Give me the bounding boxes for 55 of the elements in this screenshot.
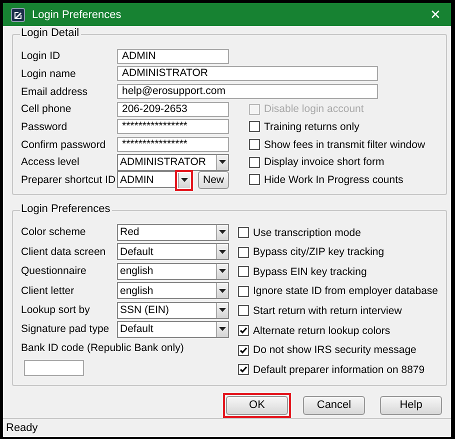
checkbox[interactable]: Hide Work In Progress counts — [244, 174, 438, 186]
checkbox[interactable]: Start return with return interview — [238, 301, 438, 321]
close-button[interactable]: ✕ — [426, 7, 445, 22]
checkbox[interactable]: Alternate return lookup colors — [238, 320, 438, 340]
dropdown[interactable]: ADMIN — [117, 171, 193, 188]
field-label: Access level — [21, 156, 80, 168]
checkbox[interactable]: Ignore state ID from employer database — [238, 282, 438, 302]
field-label: Preparer shortcut ID — [21, 174, 117, 186]
dropdown[interactable]: english — [117, 262, 229, 280]
field-label: Questionnaire — [21, 265, 88, 278]
checkbox[interactable]: Training returns only — [244, 120, 438, 133]
dropdown[interactable]: SSN (EIN) — [117, 302, 229, 319]
field-label: Login name — [21, 68, 77, 80]
input-field[interactable]: help@erosupport.com — [117, 84, 378, 100]
field-label: Cell phone — [21, 103, 72, 116]
field-label: Signature pad type — [21, 323, 110, 336]
dropdown[interactable]: ADMINISTRATOR — [117, 154, 229, 171]
dropdown[interactable]: english — [117, 282, 229, 300]
input-field[interactable] — [24, 360, 84, 376]
field-label: Client letter — [21, 284, 76, 297]
checkmark-icon — [238, 346, 248, 355]
checkbox[interactable]: Default preparer information on 8879 — [238, 360, 438, 380]
input-field[interactable]: **************** — [117, 119, 229, 134]
checkbox[interactable]: Bypass city/ZIP key tracking — [238, 242, 438, 262]
group-title: Login Detail — [20, 27, 82, 40]
dialog-button[interactable]: OK — [226, 396, 288, 415]
window-title: Login Preferences — [32, 8, 122, 21]
checkbox[interactable]: Do not show IRS security message — [238, 340, 438, 360]
dropdown[interactable]: Default — [117, 320, 229, 338]
field-label: Login ID — [21, 50, 62, 62]
checkmark-icon — [238, 365, 248, 374]
checkbox[interactable]: Bypass EIN key tracking — [238, 262, 438, 282]
checkmark-icon — [238, 326, 248, 336]
checkbox[interactable]: Show fees in transmit filter window — [244, 138, 438, 151]
checkbox[interactable]: Use transcription mode — [238, 222, 438, 242]
dropdown[interactable]: Red — [117, 224, 229, 241]
checkbox[interactable]: Display invoice short form — [244, 156, 438, 168]
input-field[interactable]: 206-209-2653 — [117, 102, 229, 117]
input-field[interactable]: ADMINISTRATOR — [117, 66, 378, 82]
status-text: Ready — [6, 422, 38, 434]
field-label: Color scheme — [21, 226, 87, 238]
field-label: Client data screen — [21, 246, 107, 258]
dialog-button[interactable]: Help — [380, 396, 442, 415]
input-field[interactable]: ADMIN — [117, 48, 229, 64]
field-label: Lookup sort by — [21, 304, 91, 316]
group-title: Login Preferences — [20, 202, 112, 215]
field-label: Confirm password — [21, 138, 107, 151]
field-label: Password — [21, 120, 68, 133]
field-label: Email address — [21, 86, 89, 98]
new-button[interactable]: New — [198, 170, 230, 189]
dropdown[interactable]: Default — [117, 243, 229, 260]
input-field[interactable]: **************** — [117, 137, 229, 152]
app-icon — [11, 8, 25, 22]
dialog-button[interactable]: Cancel — [303, 396, 365, 415]
field-label: Bank ID code (Republic Bank only) — [21, 342, 185, 354]
